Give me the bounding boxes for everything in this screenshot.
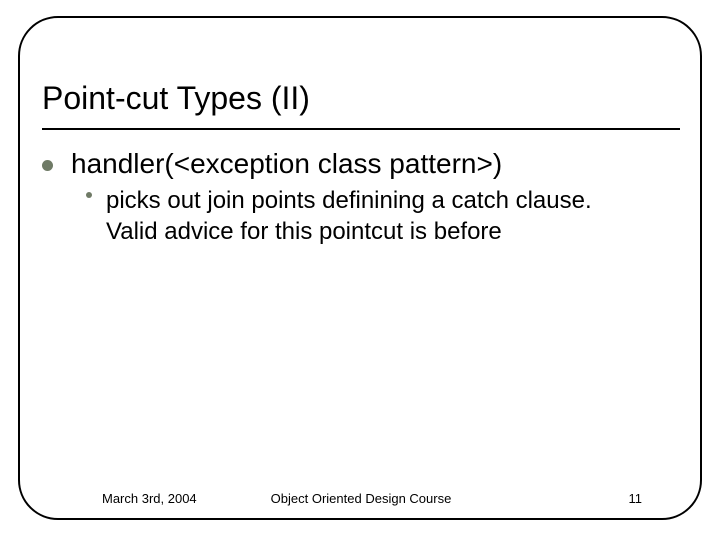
footer-course: Object Oriented Design Course <box>42 491 680 506</box>
bullet-level2: picks out join points definining a catch… <box>86 186 680 247</box>
bullet-level1: handler(<exception class pattern>) <box>42 148 680 180</box>
bullet-icon <box>42 160 53 171</box>
subbullet-icon <box>86 192 92 198</box>
footer-page: 11 <box>629 491 643 506</box>
footer: March 3rd, 2004 Object Oriented Design C… <box>42 486 680 506</box>
slide-body: handler(<exception class pattern>) picks… <box>42 148 680 247</box>
slide: Point-cut Types (II) handler(<exception … <box>0 0 720 540</box>
bullet-level2-text: picks out join points definining a catch… <box>106 186 592 247</box>
bullet-level1-text: handler(<exception class pattern>) <box>71 148 502 180</box>
title-underline <box>42 128 680 130</box>
slide-title: Point-cut Types (II) <box>42 82 310 116</box>
